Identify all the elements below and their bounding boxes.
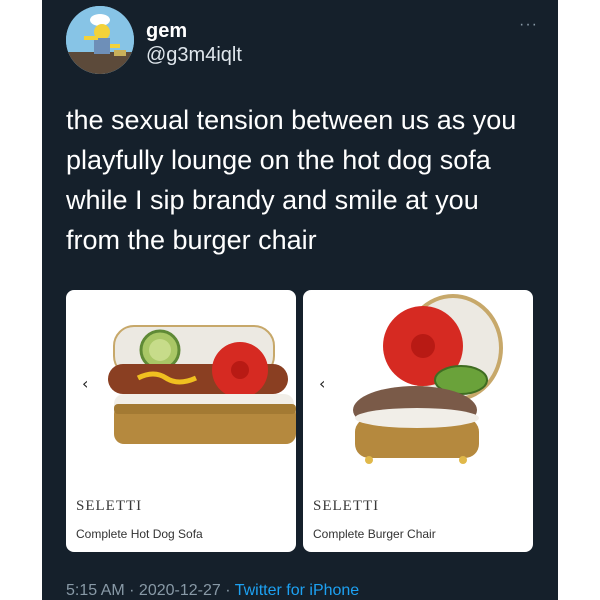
avatar[interactable] bbox=[66, 6, 134, 74]
product-name: Complete Burger Chair bbox=[313, 527, 436, 541]
avatar-image bbox=[66, 6, 134, 74]
tweet-meta: 5:15 AM · 2020-12-27 · Twitter for iPhon… bbox=[66, 582, 359, 600]
tweet-source-link[interactable]: Twitter for iPhone bbox=[235, 582, 360, 599]
chevron-left-icon[interactable]: ‹ bbox=[319, 374, 325, 393]
meta-separator: · bbox=[220, 582, 235, 599]
tweet-time[interactable]: 5:15 AM bbox=[66, 582, 125, 599]
media-card-hot-dog-sofa[interactable]: ‹ SELETTI Complete Hot Dog Sofa bbox=[66, 290, 296, 552]
tweet-panel: gem @g3m4iqlt ··· the sexual tension bet… bbox=[42, 0, 558, 600]
brand-label: SELETTI bbox=[76, 498, 143, 514]
more-options-icon[interactable]: ··· bbox=[519, 16, 538, 34]
handle[interactable]: @g3m4iqlt bbox=[146, 44, 242, 67]
chevron-left-icon[interactable]: ‹ bbox=[82, 374, 88, 393]
brand-label: SELETTI bbox=[313, 498, 380, 514]
burger-chair-image bbox=[353, 294, 503, 464]
tweet-text: the sexual tension between us as you pla… bbox=[66, 105, 517, 255]
tweet-date[interactable]: 2020-12-27 bbox=[139, 582, 221, 599]
hot-dog-sofa-image bbox=[108, 325, 296, 444]
product-name: Complete Hot Dog Sofa bbox=[76, 527, 203, 541]
display-name[interactable]: gem bbox=[146, 20, 187, 43]
meta-separator: · bbox=[124, 582, 139, 599]
media-card-burger-chair[interactable]: ‹ SELETTI Complete Burger Chair bbox=[303, 290, 533, 552]
